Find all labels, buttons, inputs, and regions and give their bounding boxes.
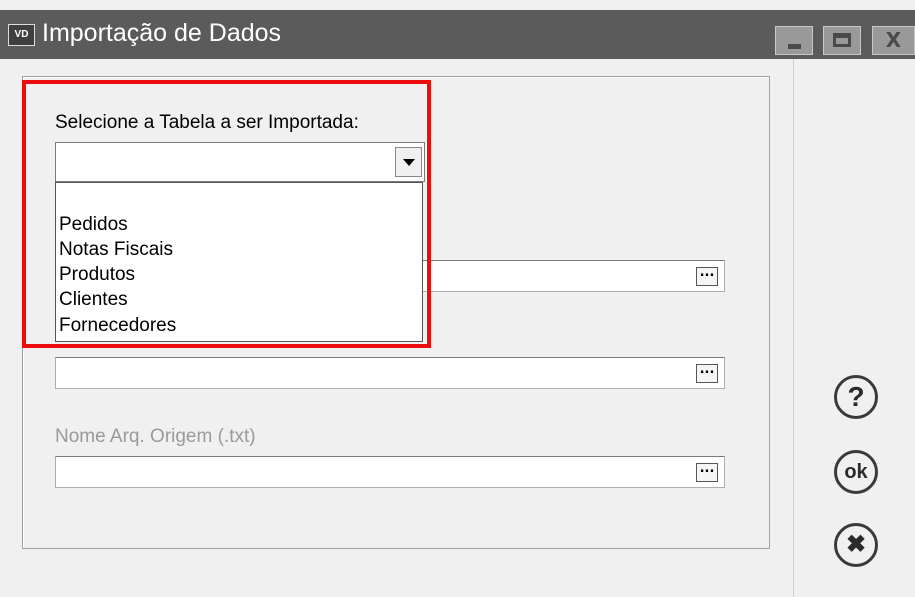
close-icon: X	[885, 28, 902, 52]
cancel-button[interactable]: ✖	[834, 523, 878, 567]
origin-browse-button[interactable]: ...	[696, 462, 718, 482]
field-3-input[interactable]: ...	[55, 357, 725, 389]
maximize-button[interactable]	[823, 26, 861, 55]
origin-file-label: Nome Arq. Origem (.txt)	[55, 426, 256, 447]
help-button[interactable]: ?	[834, 375, 878, 419]
minimize-button[interactable]	[775, 26, 813, 55]
ok-button[interactable]: ok	[834, 450, 878, 494]
close-button[interactable]: X	[872, 26, 915, 55]
maximize-icon	[833, 33, 851, 47]
window-title: Importação de Dados	[42, 19, 282, 47]
title-bar[interactable]: VD Importação de Dados X	[0, 10, 915, 59]
side-panel	[793, 59, 915, 597]
app-icon: VD	[8, 24, 35, 46]
minimize-icon	[788, 44, 801, 49]
highlight-box	[22, 80, 431, 348]
field-3-browse-button[interactable]: ...	[696, 363, 718, 383]
ok-icon: ok	[844, 461, 868, 483]
help-icon: ?	[847, 381, 865, 412]
cancel-icon: ✖	[845, 531, 867, 558]
origin-file-input[interactable]: ...	[55, 456, 725, 488]
field-2-browse-button[interactable]: ...	[696, 266, 718, 286]
